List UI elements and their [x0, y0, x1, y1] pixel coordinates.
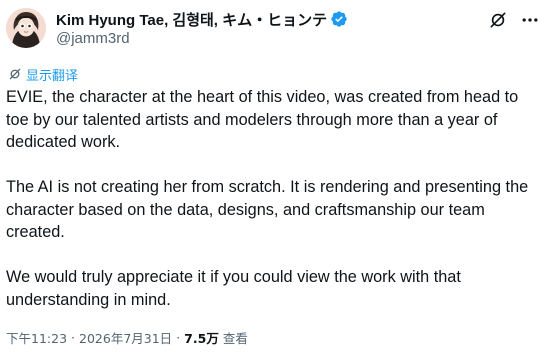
verified-badge-icon[interactable] — [330, 10, 348, 28]
tweet-header: Kim Hyung Tae, 김형태, キム・ヒョンテ @jamm3rd — [6, 8, 540, 52]
author-handle[interactable]: @jamm3rd — [56, 30, 348, 47]
meta-separator: · — [71, 330, 76, 345]
more-icon[interactable] — [520, 10, 540, 30]
author-display-name[interactable]: Kim Hyung Tae, 김형태, キム・ヒョンテ — [56, 9, 327, 30]
tweet-paragraph: We would truly appreciate it if you coul… — [6, 268, 461, 309]
author-names: Kim Hyung Tae, 김형태, キム・ヒョンテ @jamm3rd — [56, 8, 348, 47]
author-avatar[interactable] — [6, 8, 46, 48]
meta-separator: · — [176, 330, 181, 345]
tweet-text: EVIE, the character at the heart of this… — [6, 86, 544, 311]
tweet-paragraph: The AI is not creating her from scratch.… — [6, 178, 529, 241]
views-count[interactable]: 7.5万 — [184, 328, 219, 347]
tweet-date[interactable]: 2026年7月31日 — [79, 328, 172, 347]
views-label[interactable]: 查看 — [223, 328, 248, 347]
tweet-time[interactable]: 下午11:23 — [6, 328, 67, 347]
tweet-paragraph: EVIE, the character at the heart of this… — [6, 88, 519, 151]
avatar-portrait-icon — [6, 8, 46, 48]
show-translation-button[interactable]: 显示翻译 — [8, 65, 78, 84]
tweet-meta: 下午11:23 · 2026年7月31日 · 7.5万 查看 — [6, 328, 248, 347]
translate-icon — [8, 67, 22, 81]
grok-icon[interactable] — [488, 10, 508, 30]
name-row: Kim Hyung Tae, 김형태, キム・ヒョンテ — [56, 9, 348, 29]
tweet-card: Kim Hyung Tae, 김형태, キム・ヒョンテ @jamm3rd 显示翻… — [0, 0, 550, 360]
header-actions — [476, 10, 540, 30]
show-translation-label[interactable]: 显示翻译 — [26, 65, 78, 84]
